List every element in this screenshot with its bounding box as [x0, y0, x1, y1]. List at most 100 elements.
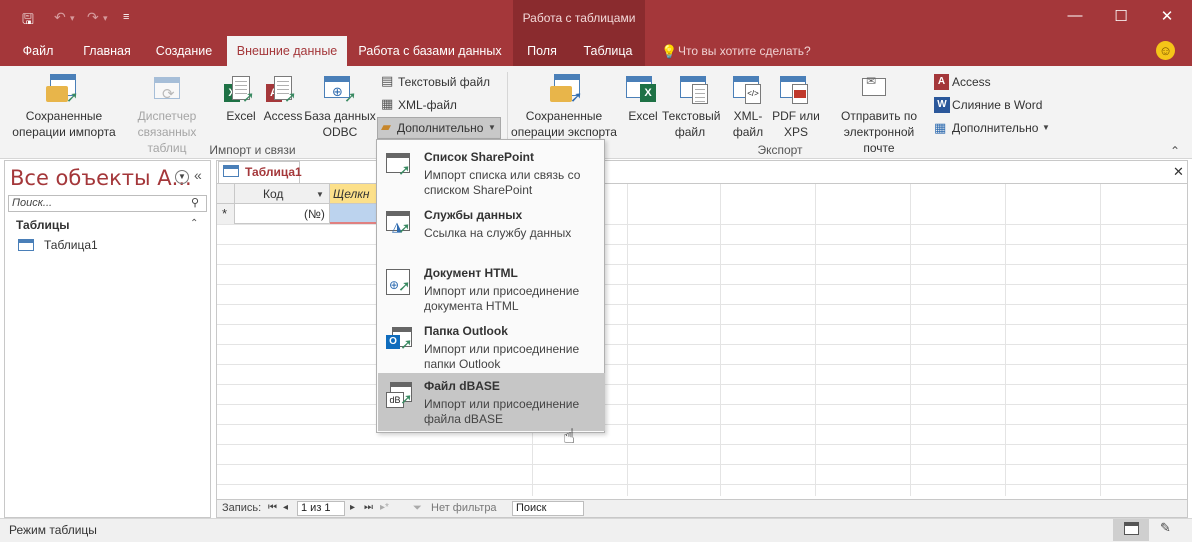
close-document-icon[interactable]: ✕ [1173, 164, 1184, 180]
export-group-label: Экспорт [757, 143, 803, 157]
record-search-input[interactable]: Поиск [512, 501, 584, 516]
design-view-icon[interactable]: ✎ [1160, 520, 1171, 536]
html-document-icon: ⊕ ➚ [386, 269, 412, 295]
collapse-ribbon-icon[interactable]: ⌃ [1170, 144, 1180, 158]
nav-section-tables[interactable]: Таблицы [16, 218, 69, 232]
redo-icon[interactable]: ↷ [87, 9, 99, 26]
menu-item-title: Службы данных [424, 208, 523, 222]
new-record-icon[interactable]: ▸* [380, 502, 389, 513]
undo-icon[interactable]: ↶ [54, 9, 66, 26]
grid-line [1100, 184, 1101, 496]
dbase-file-icon: dB ➚ [386, 382, 413, 408]
saved-exports-icon: ➚ [550, 74, 584, 108]
menu-item-desc: Импорт или присоединение документа HTML [424, 284, 580, 313]
import-odbc-button[interactable]: База данных ODBC [304, 108, 376, 140]
email-icon: ✉ [860, 74, 890, 106]
nav-pane-title[interactable]: Все объекты А... [10, 166, 192, 190]
grid-line [217, 484, 1187, 485]
export-access-button[interactable]: Access [952, 72, 991, 92]
datasheet-grid [217, 183, 1187, 496]
export-pdf-icon [780, 76, 814, 108]
import-xml-file-button[interactable]: XML-файл [398, 95, 457, 115]
first-record-icon[interactable]: ⏮ [268, 502, 277, 513]
export-email-button[interactable]: Отправить по электронной почте [828, 108, 930, 156]
menu-item-dbase[interactable]: dB ➚ Файл dBASE Импорт или присоединение… [378, 373, 605, 431]
context-tab-title: Работа с таблицами [522, 11, 636, 25]
next-record-icon[interactable]: ▸ [350, 502, 355, 513]
saved-exports-button[interactable]: Сохраненные операции экспорта [508, 108, 620, 140]
minimize-button[interactable]: — [1065, 7, 1085, 24]
tab-database-tools[interactable]: Работа с базами данных [354, 36, 506, 66]
tab-home[interactable]: Главная [72, 36, 142, 66]
export-text-file-icon [680, 76, 714, 108]
filter-status[interactable]: Нет фильтра [431, 502, 497, 514]
export-xml-file-icon: </> [733, 76, 767, 108]
chevron-down-icon[interactable]: ▼ [316, 190, 324, 199]
xml-file-icon: ▦ [381, 96, 394, 111]
table-icon [18, 239, 34, 251]
tell-me-search[interactable]: Что вы хотите сделать? [678, 36, 811, 66]
nav-search-input[interactable]: Поиск... [8, 195, 207, 212]
search-icon[interactable]: ⚲ [191, 196, 199, 209]
import-group-label: Импорт и связи [209, 143, 296, 157]
new-row-add-cell[interactable] [330, 204, 376, 224]
hand-cursor-icon: ☝ [563, 426, 576, 448]
export-pdf-xps-button[interactable]: PDF или XPS [770, 108, 822, 140]
column-header-add-label: Щелкн [333, 187, 370, 201]
menu-item-html[interactable]: ⊕ ➚ Документ HTML Импорт или присоединен… [378, 260, 605, 318]
new-row-id-value: (№) [304, 207, 325, 221]
export-excel-button[interactable]: Excel [624, 108, 662, 124]
collapse-section-icon[interactable]: ⌃ [190, 218, 198, 229]
grid-line [627, 184, 628, 496]
grid-line [217, 264, 1187, 265]
import-text-file-button[interactable]: Текстовый файл [398, 72, 490, 92]
nav-item-table1[interactable]: Таблица1 [44, 238, 98, 252]
shutter-bar-icon[interactable]: « [194, 167, 202, 183]
grid-line [217, 424, 1187, 425]
maximize-button[interactable]: ☐ [1111, 7, 1131, 25]
tab-fields[interactable]: Поля [517, 36, 567, 66]
tab-table[interactable]: Таблица [576, 36, 640, 66]
tab-create[interactable]: Создание [148, 36, 220, 66]
save-icon[interactable]: 🖫 [22, 9, 34, 33]
menu-item-data-services[interactable]: ◮ ➚ Службы данных Ссылка на службу данны… [378, 202, 605, 260]
export-excel-icon: X [626, 76, 660, 108]
word-merge-icon: W [934, 97, 950, 113]
last-record-icon[interactable]: ⏭ [364, 502, 373, 513]
close-button[interactable]: ✕ [1157, 7, 1177, 25]
grid-line [1005, 184, 1006, 496]
saved-imports-button[interactable]: Сохраненные операции импорта [6, 108, 122, 140]
import-excel-button[interactable]: Excel [222, 108, 260, 124]
grid-line [910, 184, 911, 496]
export-word-merge-button[interactable]: Слияние в Word [952, 95, 1042, 115]
prev-record-icon[interactable]: ◂ [283, 502, 288, 513]
grid-line [217, 404, 1187, 405]
grid-line [217, 364, 1187, 365]
export-more-button[interactable]: Дополнительно [952, 118, 1038, 138]
smiley-feedback-icon[interactable]: ☺ [1156, 41, 1175, 60]
select-all-corner[interactable] [217, 184, 235, 204]
access-export-icon: A [934, 74, 949, 90]
export-more-icon: ▦ [934, 120, 947, 135]
import-access-icon: A ➚ [266, 76, 300, 108]
redo-dropdown-icon[interactable]: ▾ [103, 13, 108, 24]
import-access-button[interactable]: Access [262, 108, 304, 124]
menu-item-sharepoint[interactable]: ➚ Список SharePoint Импорт списка или св… [378, 144, 605, 202]
import-excel-icon: X ➚ [224, 76, 258, 108]
menu-item-desc: Импорт или присоединение файла dBASE [424, 397, 580, 426]
menu-item-outlook[interactable]: O ➚ Папка Outlook Импорт или присоединен… [378, 318, 605, 376]
tab-external-data[interactable]: Внешние данные [227, 36, 347, 67]
filter-icon: ⏷ [413, 502, 422, 514]
nav-menu-icon[interactable]: ▼ [175, 170, 189, 184]
tab-file[interactable]: Файл [12, 36, 64, 66]
grid-line [217, 244, 1187, 245]
document-tab-label: Таблица1 [245, 165, 302, 179]
record-position-input[interactable]: 1 из 1 [297, 501, 345, 516]
import-more-button[interactable]: Дополнительно [397, 118, 483, 138]
export-text-file-button[interactable]: Текстовый файл [662, 108, 720, 140]
undo-dropdown-icon[interactable]: ▾ [70, 13, 75, 24]
grid-line [815, 184, 816, 496]
export-xml-file-button[interactable]: XML-файл [725, 108, 771, 140]
customize-toolbar-icon[interactable]: ≡ [123, 11, 129, 23]
column-header-id-label: Код [263, 187, 284, 201]
